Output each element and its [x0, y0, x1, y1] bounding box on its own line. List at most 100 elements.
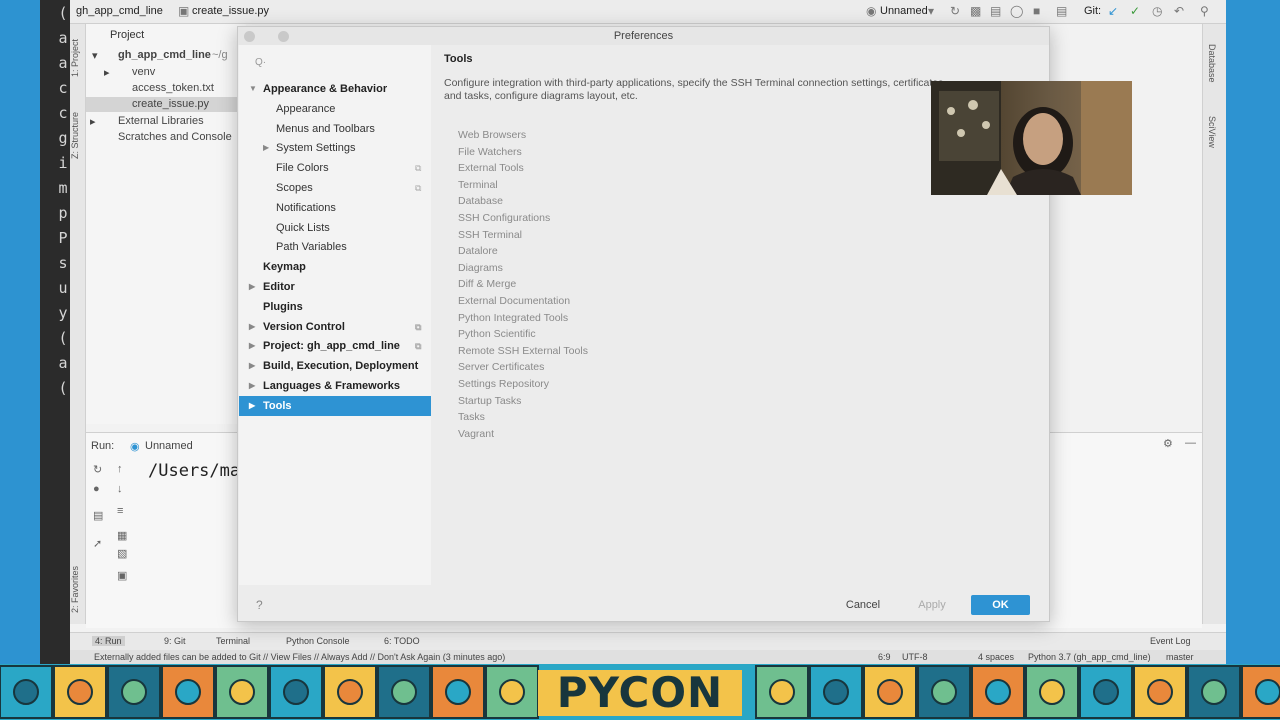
tab-event-log[interactable]: Event Log: [1150, 636, 1191, 646]
tab-terminal[interactable]: Terminal: [216, 636, 250, 646]
status-position[interactable]: 6:9: [878, 652, 891, 662]
tab-favorites[interactable]: 2: Favorites: [70, 554, 86, 624]
rerun-icon[interactable]: ↻: [93, 463, 102, 476]
project-item-scratches[interactable]: Scratches and Console: [118, 131, 232, 143]
status-encoding[interactable]: UTF-8: [902, 652, 928, 662]
project-item-access-token[interactable]: access_token.txt: [132, 82, 214, 94]
git-history-icon[interactable]: ◷: [1152, 4, 1162, 18]
settings-tree-item[interactable]: Keymap: [239, 257, 431, 277]
tools-link[interactable]: Web Browsers: [458, 129, 526, 141]
tab-database[interactable]: Database: [1207, 44, 1217, 83]
chevron-right-icon[interactable]: ▶: [249, 336, 255, 356]
settings-tree-item[interactable]: Plugins: [239, 297, 431, 317]
settings-tree-item[interactable]: Quick Lists: [239, 218, 431, 238]
settings-tree-item[interactable]: Path Variables: [239, 237, 431, 257]
layout-icon[interactable]: ▤: [1056, 4, 1067, 18]
scroll-down-icon[interactable]: ↓: [117, 483, 123, 495]
settings-search-input[interactable]: Q·: [255, 57, 266, 68]
settings-tree-item[interactable]: Notifications: [239, 198, 431, 218]
tools-link[interactable]: Settings Repository: [458, 378, 549, 390]
apply-button[interactable]: Apply: [910, 595, 954, 615]
tree-arrow-icon[interactable]: ▸: [104, 66, 110, 79]
rerun-icon[interactable]: ↻: [950, 4, 960, 18]
tools-link[interactable]: Database: [458, 195, 503, 207]
project-panel-header[interactable]: Project: [110, 29, 144, 41]
status-branch[interactable]: master: [1166, 652, 1194, 662]
debug-icon[interactable]: ▩: [970, 4, 981, 18]
window-zoom-button[interactable]: [278, 31, 289, 42]
status-interpreter[interactable]: Python 3.7 (gh_app_cmd_line): [1028, 652, 1151, 662]
status-message[interactable]: Externally added files can be added to G…: [94, 652, 505, 662]
settings-tree-item[interactable]: Menus and Toolbars: [239, 119, 431, 139]
chevron-right-icon[interactable]: ▶: [263, 138, 269, 158]
cancel-button[interactable]: Cancel: [836, 595, 890, 615]
settings-tree-item[interactable]: File Colors ⧉: [239, 158, 431, 178]
titlebar-project-name[interactable]: gh_app_cmd_line: [76, 5, 163, 17]
gear-icon[interactable]: ⚙: [1163, 437, 1173, 450]
layout-icon[interactable]: ▤: [93, 509, 103, 522]
git-update-icon[interactable]: ↙: [1108, 4, 1118, 18]
project-item-create-issue[interactable]: create_issue.py: [132, 98, 209, 110]
tree-arrow-icon[interactable]: ▸: [90, 115, 96, 128]
tab-python-console[interactable]: Python Console: [286, 636, 350, 646]
run-tab-unnamed[interactable]: Unnamed: [145, 440, 193, 452]
run-config-select[interactable]: Unnamed: [880, 5, 928, 17]
profile-icon[interactable]: ◯: [1010, 4, 1023, 18]
chevron-right-icon[interactable]: ▶: [249, 317, 255, 337]
git-commit-icon[interactable]: ✓: [1130, 4, 1140, 18]
settings-tree-item[interactable]: ▶ Version Control ⧉: [239, 317, 431, 337]
tools-link[interactable]: File Watchers: [458, 146, 522, 158]
tree-arrow-icon[interactable]: ▾: [92, 49, 98, 62]
trash-icon[interactable]: ▣: [117, 569, 127, 582]
tools-link[interactable]: Server Certificates: [458, 361, 544, 373]
stop-icon[interactable]: ■: [1033, 4, 1040, 18]
window-close-button[interactable]: [244, 31, 255, 42]
settings-tree-item[interactable]: ▶ Editor: [239, 277, 431, 297]
settings-tree-item[interactable]: ▶ System Settings: [239, 138, 431, 158]
tools-link[interactable]: Vagrant: [458, 428, 494, 440]
stop-icon[interactable]: ●: [93, 483, 100, 495]
tools-link[interactable]: SSH Terminal: [458, 229, 522, 241]
tools-link[interactable]: Diagrams: [458, 262, 503, 274]
print-icon[interactable]: ▦: [117, 529, 127, 542]
ok-button[interactable]: OK: [971, 595, 1030, 615]
tab-git[interactable]: 9: Git: [164, 636, 186, 646]
tools-link[interactable]: External Tools: [458, 162, 524, 174]
tools-link[interactable]: Terminal: [458, 179, 498, 191]
chevron-right-icon[interactable]: ▶: [249, 376, 255, 396]
status-indent[interactable]: 4 spaces: [978, 652, 1014, 662]
git-rollback-icon[interactable]: ↶: [1174, 4, 1184, 18]
settings-tree-item[interactable]: ▼ Appearance & Behavior: [239, 79, 431, 99]
chevron-right-icon[interactable]: ▶: [249, 396, 255, 416]
tab-project[interactable]: 1: Project: [70, 28, 86, 88]
chevron-down-icon[interactable]: ▾: [928, 4, 934, 18]
coverage-icon[interactable]: ▤: [990, 4, 1001, 18]
project-item-venv[interactable]: venv: [132, 66, 155, 78]
settings-tree-item[interactable]: Scopes ⧉: [239, 178, 431, 198]
chevron-right-icon[interactable]: ▶: [249, 277, 255, 297]
minimize-icon[interactable]: —: [1185, 437, 1196, 449]
tools-link[interactable]: Diff & Merge: [458, 278, 516, 290]
tools-link[interactable]: Python Integrated Tools: [458, 312, 568, 324]
settings-tree-item[interactable]: ▶ Languages & Frameworks: [239, 376, 431, 396]
project-root-item[interactable]: gh_app_cmd_line: [118, 49, 211, 61]
tools-link[interactable]: Datalore: [458, 245, 498, 257]
settings-tree-item[interactable]: ▶ Tools: [239, 395, 431, 416]
tab-structure[interactable]: Z: Structure: [70, 100, 86, 170]
tools-link[interactable]: Startup Tasks: [458, 395, 521, 407]
tools-link[interactable]: SSH Configurations: [458, 212, 550, 224]
settings-tree-item[interactable]: ▶ Build, Execution, Deployment: [239, 356, 431, 376]
tab-todo[interactable]: 6: TODO: [384, 636, 420, 646]
tab-sciview[interactable]: SciView: [1207, 116, 1217, 148]
help-button[interactable]: ?: [256, 598, 270, 612]
project-item-external-libraries[interactable]: External Libraries: [118, 115, 204, 127]
printer-icon[interactable]: ▧: [117, 547, 127, 560]
scroll-up-icon[interactable]: ↑: [117, 463, 123, 475]
tab-run[interactable]: 4: Run: [92, 636, 125, 646]
titlebar-file-tab[interactable]: create_issue.py: [192, 5, 269, 17]
search-icon[interactable]: ⚲: [1200, 4, 1209, 18]
settings-tree-item[interactable]: ▶ Project: gh_app_cmd_line ⧉: [239, 336, 431, 356]
tools-link[interactable]: Remote SSH External Tools: [458, 345, 588, 357]
pin-icon[interactable]: ➚: [93, 537, 102, 550]
tools-link[interactable]: External Documentation: [458, 295, 570, 307]
